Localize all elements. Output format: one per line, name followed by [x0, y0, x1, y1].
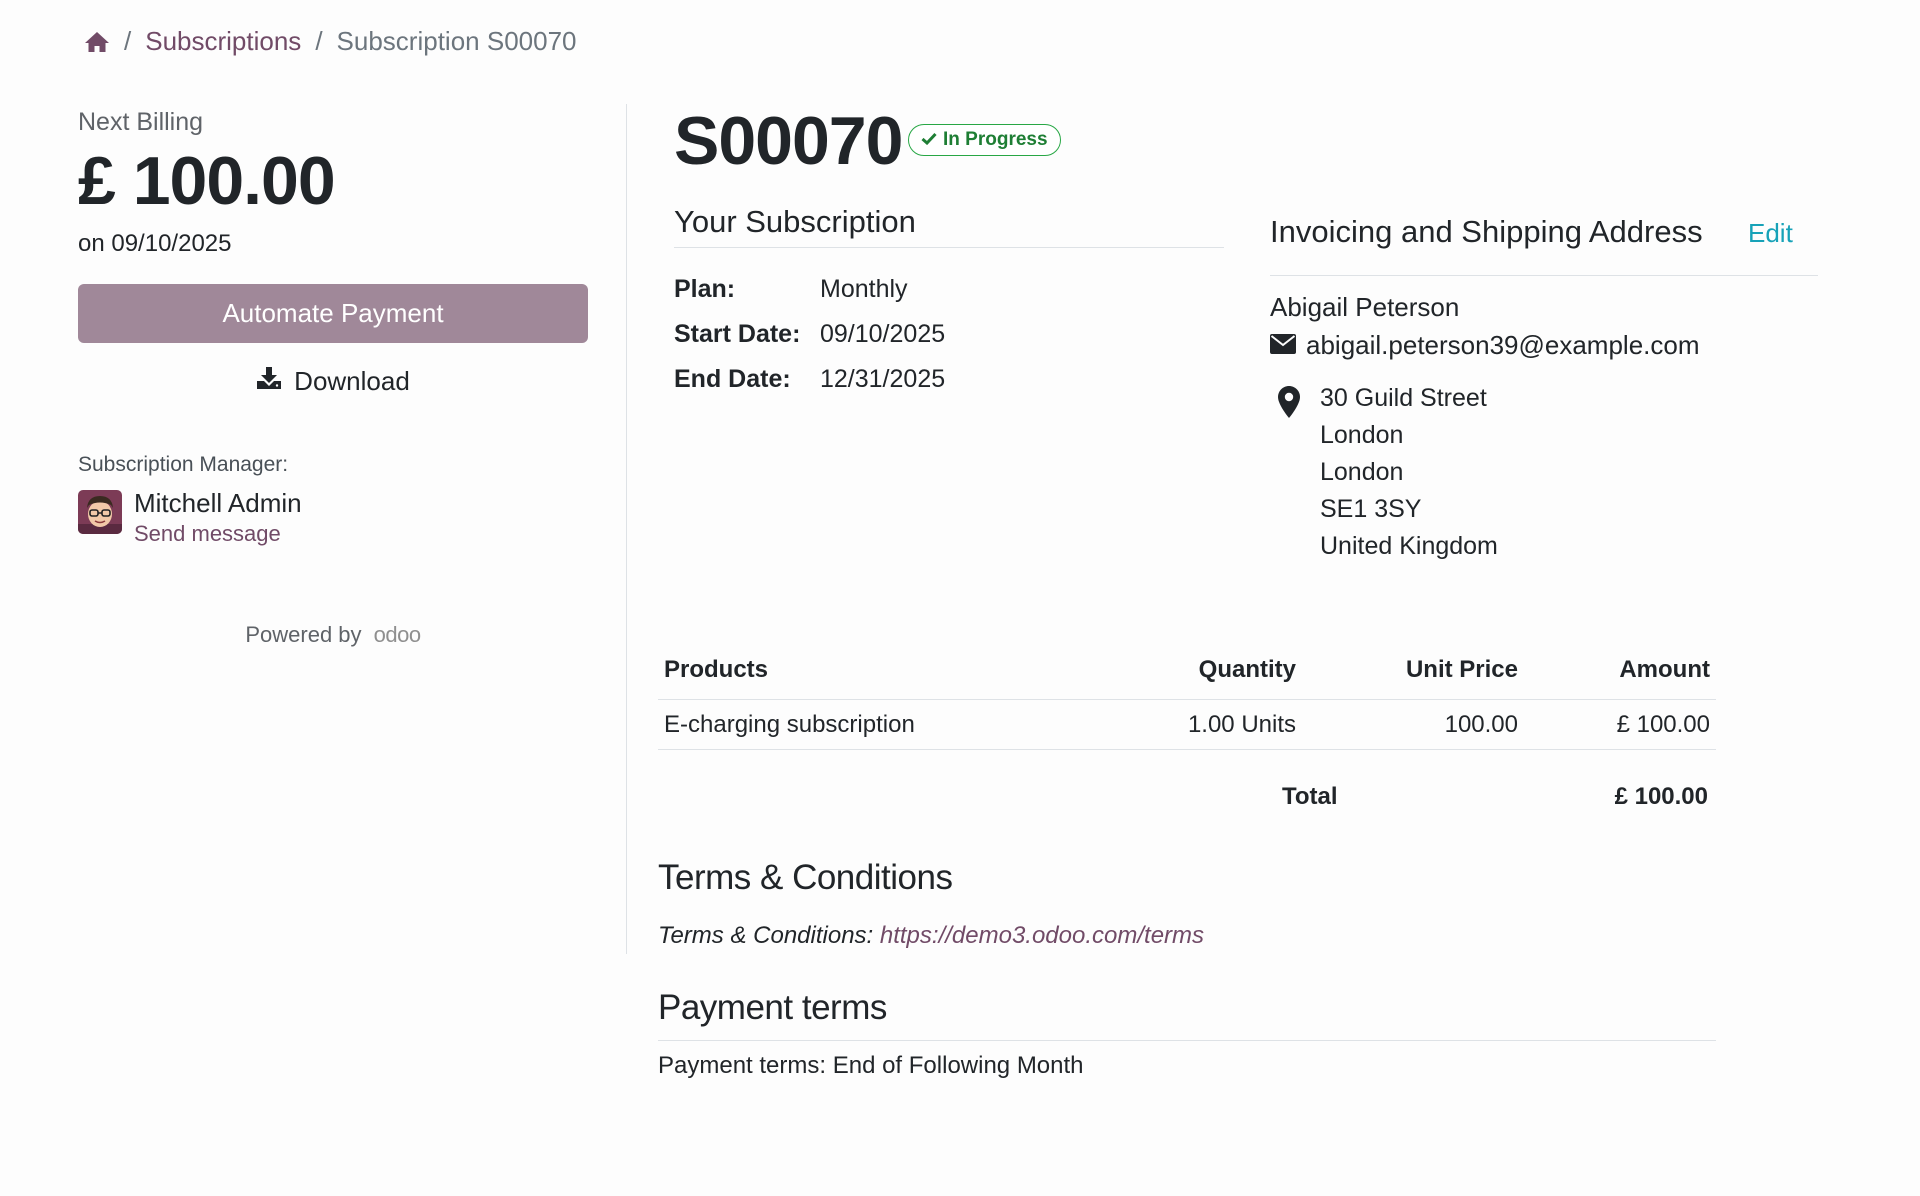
send-message-link[interactable]: Send message — [134, 521, 281, 547]
next-billing-amount: £ 100.00 — [78, 143, 336, 219]
breadcrumb-subscriptions-link[interactable]: Subscriptions — [145, 26, 301, 57]
total-value: £ 100.00 — [1614, 783, 1708, 810]
next-billing-date: on 09/10/2025 — [78, 230, 232, 257]
table-header-row: Products Quantity Unit Price Amount — [658, 656, 1716, 700]
breadcrumb: / Subscriptions / Subscription S00070 — [84, 26, 577, 57]
check-icon — [921, 129, 937, 151]
start-date-row: Start Date: 09/10/2025 — [674, 320, 945, 349]
table-row: E-charging subscription 1.00 Units 100.0… — [658, 699, 1716, 750]
payment-terms-heading: Payment terms — [658, 988, 887, 1027]
next-billing-label: Next Billing — [78, 108, 204, 136]
end-date-row: End Date: 12/31/2025 — [674, 365, 945, 394]
products-table: Products Quantity Unit Price Amount E-ch… — [658, 656, 1716, 750]
customer-email-text: abigail.peterson39@example.com — [1306, 330, 1700, 360]
product-name: E-charging subscription — [658, 699, 1050, 750]
end-date-value: 12/31/2025 — [820, 365, 946, 393]
start-date-label: Start Date: — [674, 320, 801, 348]
customer-email: abigail.peterson39@example.com — [1270, 330, 1700, 361]
breadcrumb-separator: / — [124, 26, 132, 56]
download-label: Download — [294, 366, 410, 396]
plan-row: Plan: Monthly — [674, 275, 908, 304]
divider — [658, 1040, 1716, 1041]
vertical-divider — [626, 104, 627, 954]
address-line: SE1 3SY — [1320, 495, 1422, 523]
subscription-manager-label: Subscription Manager: — [78, 453, 289, 476]
breadcrumb-current: Subscription S00070 — [336, 26, 577, 56]
customer-name: Abigail Peterson — [1270, 292, 1460, 322]
address-line: 30 Guild Street — [1320, 384, 1487, 412]
status-label: In Progress — [943, 129, 1048, 150]
map-marker-icon — [1278, 386, 1300, 423]
avatar — [78, 490, 122, 534]
column-header-products: Products — [664, 656, 769, 683]
home-icon[interactable] — [84, 31, 110, 53]
address-line: United Kingdom — [1320, 532, 1498, 560]
column-header-quantity: Quantity — [1198, 656, 1296, 683]
start-date-value: 09/10/2025 — [820, 320, 946, 348]
column-header-unit-price: Unit Price — [1405, 656, 1518, 683]
end-date-label: End Date: — [674, 365, 791, 393]
status-badge: In Progress — [908, 124, 1061, 156]
edit-address-link[interactable]: Edit — [1748, 218, 1793, 249]
download-icon — [256, 366, 282, 397]
total-label: Total — [1282, 783, 1338, 810]
divider — [1270, 275, 1818, 276]
divider — [674, 247, 1224, 248]
automate-payment-button[interactable]: Automate Payment — [78, 284, 588, 343]
payment-terms-text: Payment terms: End of Following Month — [658, 1052, 1084, 1079]
product-quantity: 1.00 Units — [1050, 699, 1302, 750]
terms-label: Terms & Conditions: — [658, 922, 874, 949]
plan-label: Plan: — [674, 275, 736, 303]
product-amount: £ 100.00 — [1524, 699, 1716, 750]
terms-text: Terms & Conditions: https://demo3.odoo.c… — [658, 922, 1204, 950]
invoicing-address-heading: Invoicing and Shipping Address — [1270, 214, 1703, 249]
address-line: London — [1320, 458, 1404, 486]
download-link[interactable]: Download — [78, 366, 588, 397]
powered-by: Powered by odoo — [78, 622, 588, 648]
powered-by-label: Powered by — [245, 622, 362, 647]
odoo-logo[interactable]: odoo — [374, 622, 421, 647]
plan-value: Monthly — [820, 275, 908, 303]
column-header-amount: Amount — [1619, 656, 1710, 683]
envelope-icon — [1270, 330, 1296, 361]
manager-name: Mitchell Admin — [134, 488, 302, 518]
product-unit-price: 100.00 — [1302, 699, 1524, 750]
terms-link[interactable]: https://demo3.odoo.com/terms — [880, 922, 1204, 949]
subscription-id-title: S00070 — [674, 103, 903, 179]
breadcrumb-separator: / — [315, 26, 323, 56]
your-subscription-heading: Your Subscription — [674, 204, 916, 239]
address-line: London — [1320, 421, 1404, 449]
terms-heading: Terms & Conditions — [658, 858, 953, 897]
